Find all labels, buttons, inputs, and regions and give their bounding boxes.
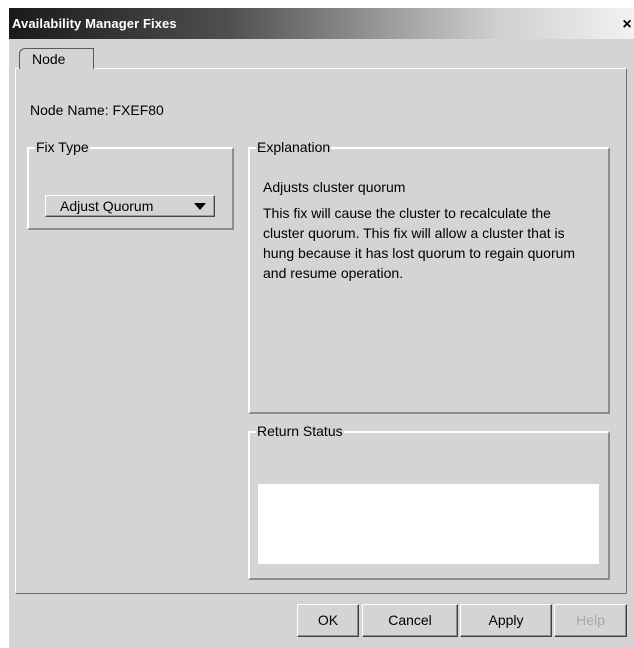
node-name-label: Node Name: FXEF80	[30, 102, 164, 118]
apply-button[interactable]: Apply	[460, 604, 552, 637]
explanation-body: This fix will cause the cluster to recal…	[263, 205, 576, 281]
fix-type-selected: Adjust Quorum	[60, 198, 154, 214]
help-button[interactable]: Help	[554, 604, 627, 637]
cancel-button[interactable]: Cancel	[362, 604, 458, 637]
explanation-group: Explanation Adjusts cluster quorum This …	[248, 139, 610, 414]
explanation-legend: Explanation	[256, 139, 332, 155]
fix-type-group: Fix Type Adjust Quorum	[27, 139, 234, 230]
fix-type-legend: Fix Type	[35, 139, 90, 155]
title-bar[interactable]: Availability Manager Fixes ×	[9, 8, 634, 39]
explanation-heading: Adjusts cluster quorum	[263, 179, 406, 195]
tab-node-label: Node	[32, 51, 66, 67]
close-icon[interactable]: ×	[620, 17, 634, 33]
tab-node[interactable]: Node	[19, 48, 94, 69]
return-status-legend: Return Status	[256, 423, 344, 439]
ok-button[interactable]: OK	[297, 604, 359, 637]
return-status-group: Return Status	[248, 423, 610, 580]
chevron-down-icon[interactable]	[194, 203, 206, 210]
return-status-field	[258, 484, 599, 564]
window-title: Availability Manager Fixes	[12, 16, 177, 31]
fix-type-dropdown[interactable]: Adjust Quorum	[45, 195, 215, 217]
